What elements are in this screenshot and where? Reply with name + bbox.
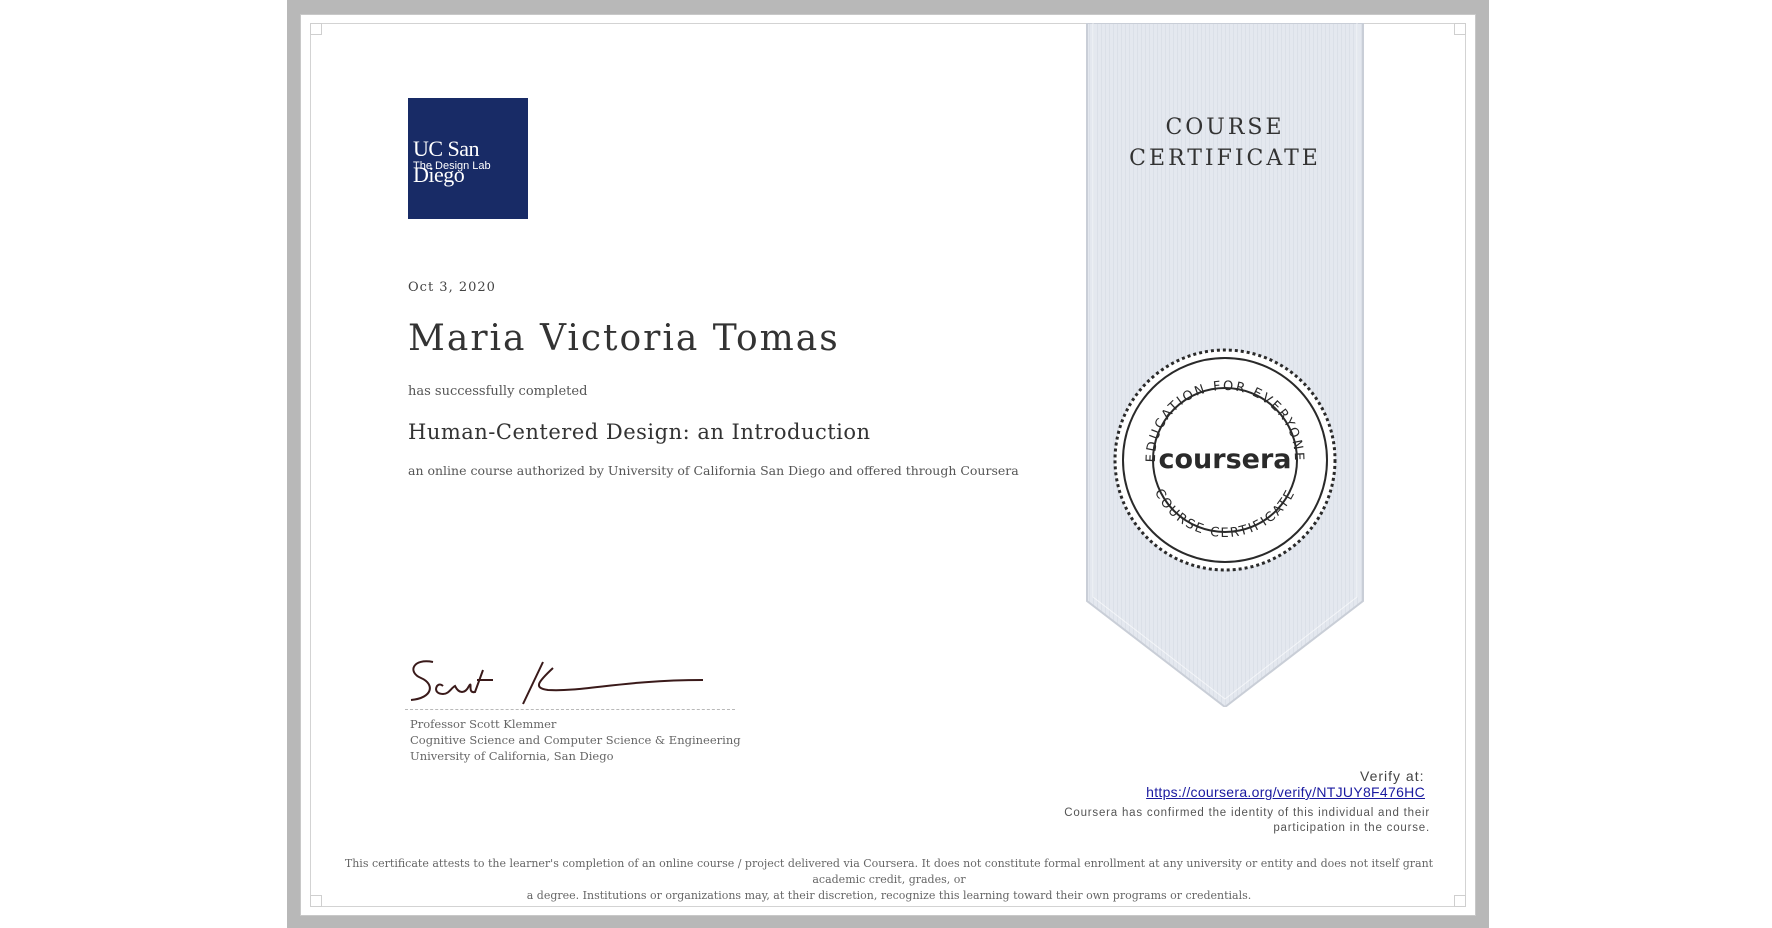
certificate-disclaimer: This certificate attests to the learner'… [334,856,1444,904]
verify-label: Verify at: [1360,768,1425,784]
coursera-seal-icon: EDUCATION FOR EVERYONE COURSE CERTIFICAT… [1113,348,1337,572]
ucsd-logo: UC San Diego The Design Lab [408,98,528,219]
signer-institution: University of California, San Diego [410,749,614,763]
completed-text: has successfully completed [408,384,588,399]
signature-line [405,709,735,710]
disclaimer-line2: a degree. Institutions or organizations … [526,889,1252,902]
course-title: Human-Centered Design: an Introduction [408,420,871,444]
corner-ornament [1454,23,1466,35]
corner-ornament [1454,895,1466,907]
ribbon-title: COURSE CERTIFICATE [1085,112,1365,174]
confirm-line2: participation in the course. [1273,822,1430,834]
confirm-line1: Coursera has confirmed the identity of t… [1064,807,1430,819]
verify-link[interactable]: https://coursera.org/verify/NTJUY8F476HC [1146,784,1425,800]
identity-confirmation: Coursera has confirmed the identity of t… [1010,806,1430,836]
corner-ornament [310,23,322,35]
corner-ornament [310,895,322,907]
signature-icon [410,660,704,705]
disclaimer-line1: This certificate attests to the learner'… [344,857,1434,886]
recipient-name: Maria Victoria Tomas [408,318,840,359]
ribbon-title-line2: CERTIFICATE [1129,146,1321,171]
signer-department: Cognitive Science and Computer Science &… [410,733,741,747]
signer-name: Professor Scott Klemmer [410,717,557,731]
authorization-text: an online course authorized by Universit… [408,463,1019,478]
logo-unit: The Design Lab [413,160,491,172]
seal-center-text: coursera [1158,444,1291,475]
ribbon-title-line1: COURSE [1165,115,1285,140]
certificate-date: Oct 3, 2020 [408,280,496,295]
signer-block: Professor Scott Klemmer Cognitive Scienc… [410,716,741,764]
